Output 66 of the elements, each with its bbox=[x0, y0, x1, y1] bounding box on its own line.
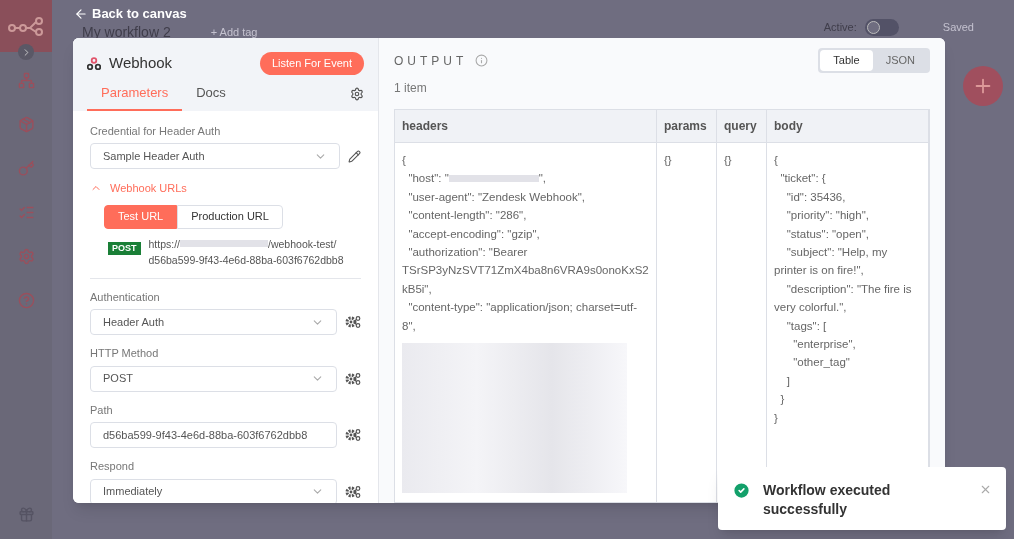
json-line: "other_tag" bbox=[792, 355, 851, 371]
json-line: "id": 35436, bbox=[785, 189, 847, 205]
edit-icon[interactable] bbox=[348, 149, 361, 163]
field-label: HTTP Method bbox=[90, 346, 160, 361]
expand-button[interactable] bbox=[18, 44, 34, 60]
json-line: "enterprise", bbox=[792, 337, 857, 353]
field-label: Path bbox=[90, 402, 114, 418]
json-line: { bbox=[402, 153, 407, 168]
method-badge: POST bbox=[108, 241, 141, 255]
json-line: "content-type": "application/json; charset=utf-8", bbox=[402, 300, 639, 334]
select-field[interactable]: Immediately bbox=[90, 478, 337, 503]
json-line: {} bbox=[724, 153, 733, 168]
column-header: params bbox=[657, 110, 716, 143]
info-icon[interactable] bbox=[475, 54, 489, 67]
field-label: Authentication bbox=[90, 289, 161, 305]
checklist-icon[interactable] bbox=[17, 204, 35, 221]
json-line: "accept-encoding": "gzip", bbox=[407, 226, 541, 242]
json-line: "tags": [ bbox=[785, 318, 828, 334]
select-field[interactable]: POST bbox=[90, 365, 337, 392]
json-line: ", bbox=[538, 171, 547, 187]
column-header: headers bbox=[395, 110, 656, 143]
json-line: "description": "The fire is very colorful.", bbox=[774, 281, 913, 316]
json-line: ] bbox=[785, 373, 791, 389]
json-line: "host": " bbox=[407, 171, 449, 187]
column-header: body bbox=[767, 110, 928, 143]
tab[interactable]: Docs bbox=[182, 83, 240, 111]
url-tab[interactable]: Production URL bbox=[177, 204, 283, 229]
json-line: "priority": "high", bbox=[785, 208, 870, 224]
close-icon[interactable] bbox=[979, 483, 992, 496]
json-line: "authorization": "Bearer TSrSP3yNzSVT71ZmX4ba8n6VRA9s0onoKxS2kB5i", bbox=[402, 245, 649, 297]
field-label: Credential for Header Auth bbox=[90, 123, 222, 139]
json-line: "content-length": "286", bbox=[407, 208, 528, 224]
input-field[interactable]: d56ba599-9f43-4e6d-88ba-603f6762dbb8 bbox=[90, 422, 337, 448]
saved-status: Saved bbox=[942, 20, 974, 36]
select-field[interactable]: Sample Header Auth bbox=[90, 143, 340, 169]
json-line: } bbox=[774, 410, 779, 426]
json-line: } bbox=[779, 392, 786, 408]
gears-icon[interactable] bbox=[345, 371, 361, 386]
success-icon bbox=[732, 481, 751, 500]
json-line: "status": "open", bbox=[785, 226, 870, 242]
json-line: "subject": "Help, my printer is on fire!", bbox=[774, 245, 889, 279]
json-line: "ticket": { bbox=[779, 171, 827, 187]
webhook-icon bbox=[87, 57, 101, 70]
item-count: 1 item bbox=[394, 80, 428, 97]
toast-message: Workflow executed successfully bbox=[763, 481, 892, 519]
url-text: /webhook-test/ bbox=[268, 236, 337, 252]
url-text: d56ba599-9f43-4e6d-88ba-603f6762dbb8 bbox=[148, 253, 344, 266]
back-link[interactable]: Back to canvas bbox=[74, 4, 258, 24]
node-title: Webhook bbox=[109, 53, 173, 74]
settings-icon[interactable] bbox=[350, 86, 364, 101]
column-header: query bbox=[717, 110, 766, 143]
gears-icon[interactable] bbox=[345, 484, 361, 499]
active-toggle[interactable] bbox=[864, 19, 899, 36]
view-tab[interactable]: Table bbox=[820, 50, 873, 71]
output-title: OUTPUT bbox=[394, 52, 468, 70]
json-line: {} bbox=[664, 153, 673, 168]
gears-icon[interactable] bbox=[345, 315, 361, 329]
select-field[interactable]: Header Auth bbox=[90, 309, 337, 335]
json-line: { bbox=[774, 153, 779, 168]
nodes-logo-icon bbox=[8, 16, 44, 36]
add-node-button[interactable] bbox=[963, 66, 1003, 106]
url-text: https:// bbox=[148, 236, 181, 252]
json-line: "user-agent": "Zendesk Webhook", bbox=[407, 189, 586, 205]
view-tab[interactable]: JSON bbox=[872, 50, 928, 71]
field-label: Respond bbox=[90, 459, 136, 474]
gears-icon[interactable] bbox=[345, 428, 361, 442]
